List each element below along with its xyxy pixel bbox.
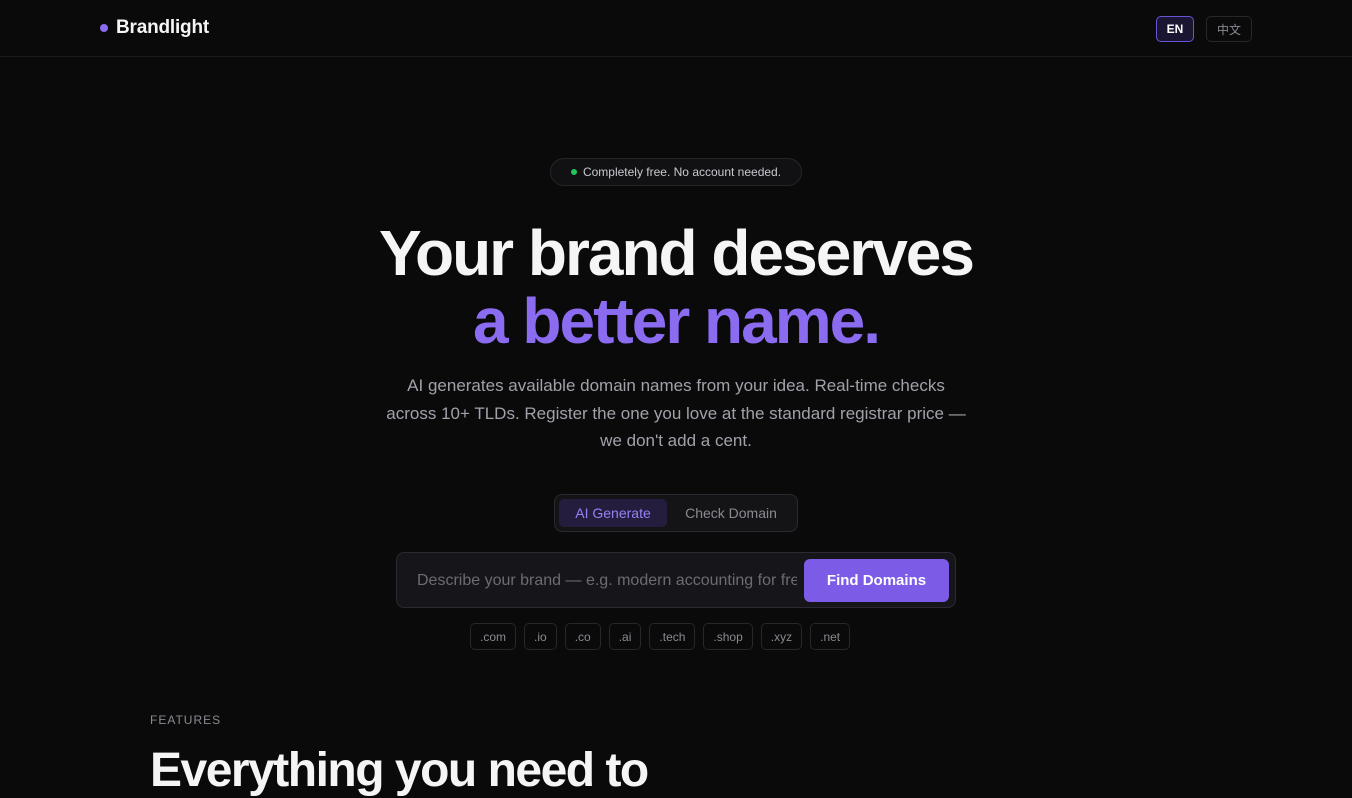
features-section-title: Everything you need to bbox=[150, 744, 649, 797]
free-badge: Completely free. No account needed. bbox=[550, 158, 802, 186]
free-badge-text: Completely free. No account needed. bbox=[582, 165, 782, 179]
tab-ai-generate[interactable]: AI Generate bbox=[559, 499, 667, 527]
hero-subtitle: AI generates available domain names from… bbox=[386, 376, 966, 450]
tld-chip[interactable]: .io bbox=[524, 623, 557, 650]
hero-title-line2: a better name. bbox=[473, 285, 881, 357]
tld-chip[interactable]: .ai bbox=[608, 623, 642, 650]
search-bar: Find Domains bbox=[396, 552, 956, 608]
features-section-label: FEATURES bbox=[150, 713, 222, 727]
brand-dot-icon bbox=[100, 24, 108, 32]
tld-chip[interactable]: .com bbox=[470, 623, 517, 650]
brand-logo[interactable]: Brandlight bbox=[100, 17, 209, 39]
tld-chip[interactable]: .co bbox=[564, 623, 601, 650]
language-zh-button[interactable]: 中文 bbox=[1206, 16, 1252, 42]
find-domains-button[interactable]: Find Domains bbox=[804, 559, 949, 602]
language-en-button[interactable]: EN bbox=[1156, 16, 1194, 42]
tld-chip[interactable]: .xyz bbox=[760, 623, 803, 650]
tld-chip[interactable]: .tech bbox=[649, 623, 696, 650]
mode-toggle: AI Generate Check Domain bbox=[554, 494, 798, 532]
tab-check-domain[interactable]: Check Domain bbox=[669, 499, 793, 527]
hero-title-line1: Your brand deserves bbox=[379, 217, 975, 289]
tld-chip-list: .com .io .co .ai .tech .shop .xyz .net bbox=[470, 623, 858, 650]
top-navigation-bar: Brandlight EN 中文 bbox=[0, 0, 1352, 57]
status-dot-icon bbox=[570, 169, 577, 175]
tld-chip[interactable]: .net bbox=[810, 623, 851, 650]
brand-description-input[interactable] bbox=[417, 567, 797, 595]
tld-chip[interactable]: .shop bbox=[703, 623, 753, 650]
brand-name: Brandlight bbox=[116, 17, 209, 38]
